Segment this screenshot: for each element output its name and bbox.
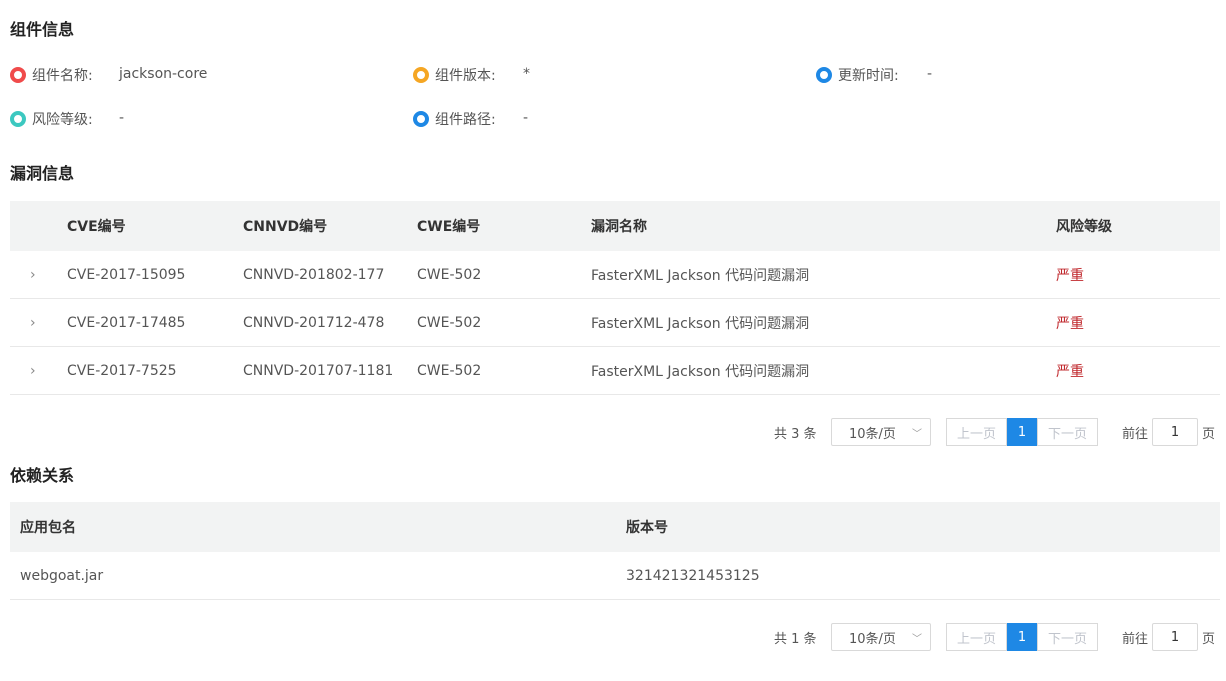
header-version: 版本号 xyxy=(626,520,668,536)
vuln-name-cell: FasterXML Jackson 代码问题漏洞 xyxy=(591,315,810,332)
cwe-cell: CWE-502 xyxy=(417,266,482,283)
component-version-value: * xyxy=(523,66,530,82)
vuln-current-page[interactable]: 1 xyxy=(1007,418,1037,446)
cwe-cell: CWE-502 xyxy=(417,314,482,331)
vuln-total-count: 共 3 条 xyxy=(774,426,817,442)
component-name-item: 组件名称: xyxy=(10,65,93,85)
component-path-label: 组件路径: xyxy=(435,112,496,128)
vuln-page-unit: 页 xyxy=(1202,426,1216,442)
header-risk-level: 风险等级 xyxy=(1056,219,1112,235)
dep-next-page-button[interactable]: 下一页 xyxy=(1037,623,1098,651)
blue-ring-icon xyxy=(413,111,429,127)
risk-level-item: 风险等级: xyxy=(10,109,93,129)
dependency-table-header: 应用包名 版本号 xyxy=(10,502,1220,552)
component-path-item: 组件路径: xyxy=(413,109,496,129)
dependency-pagination: 共 1 条 10条/页 ﹀ 上一页 1 下一页 前往 1 页 xyxy=(0,623,1226,651)
dependency-title: 依赖关系 xyxy=(10,466,75,485)
vuln-table: CVE编号 CNNVD编号 CWE编号 漏洞名称 风险等级 › CVE-2017… xyxy=(10,201,1220,395)
component-name-value: jackson-core xyxy=(119,66,208,82)
component-name-label: 组件名称: xyxy=(32,68,93,84)
red-ring-icon xyxy=(10,67,26,83)
cnnvd-cell: CNNVD-201712-478 xyxy=(243,314,385,331)
vuln-page-size-select[interactable]: 10条/页 ﹀ xyxy=(831,418,931,446)
chevron-right-icon[interactable]: › xyxy=(30,363,36,379)
dep-goto-label: 前往 xyxy=(1122,631,1149,647)
vuln-info-title: 漏洞信息 xyxy=(10,164,75,183)
table-row: › CVE-2017-7525 CNNVD-201707-1181 CWE-50… xyxy=(10,347,1220,395)
dependency-table: 应用包名 版本号 webgoat.jar 321421321453125 xyxy=(10,502,1220,600)
vuln-table-header: CVE编号 CNNVD编号 CWE编号 漏洞名称 风险等级 xyxy=(10,201,1220,251)
blue-ring-icon xyxy=(816,67,832,83)
package-cell: webgoat.jar xyxy=(20,567,104,584)
dep-total-count: 共 1 条 xyxy=(774,631,817,647)
vuln-prev-page-button[interactable]: 上一页 xyxy=(946,418,1007,446)
table-row: › CVE-2017-15095 CNNVD-201802-177 CWE-50… xyxy=(10,251,1220,299)
vuln-goto-label: 前往 xyxy=(1122,426,1149,442)
version-cell: 321421321453125 xyxy=(626,567,760,584)
table-row: webgoat.jar 321421321453125 xyxy=(10,552,1220,600)
dep-page-unit: 页 xyxy=(1202,631,1216,647)
update-time-item: 更新时间: xyxy=(816,65,899,85)
severity-cell: 严重 xyxy=(1056,267,1084,284)
vuln-name-cell: FasterXML Jackson 代码问题漏洞 xyxy=(591,363,810,380)
dep-page-size-select[interactable]: 10条/页 ﹀ xyxy=(831,623,931,651)
component-info-title: 组件信息 xyxy=(10,20,75,39)
cnnvd-cell: CNNVD-201802-177 xyxy=(243,266,385,283)
dep-current-page[interactable]: 1 xyxy=(1007,623,1037,651)
orange-ring-icon xyxy=(413,67,429,83)
severity-cell: 严重 xyxy=(1056,363,1084,380)
severity-cell: 严重 xyxy=(1056,315,1084,332)
vuln-goto-input[interactable]: 1 xyxy=(1152,418,1198,446)
chevron-down-icon: ﹀ xyxy=(912,429,922,440)
cve-cell: CVE-2017-17485 xyxy=(67,314,186,331)
component-version-item: 组件版本: xyxy=(413,65,496,85)
header-cve: CVE编号 xyxy=(67,219,126,235)
table-row: › CVE-2017-17485 CNNVD-201712-478 CWE-50… xyxy=(10,299,1220,347)
dep-goto-input[interactable]: 1 xyxy=(1152,623,1198,651)
risk-level-label: 风险等级: xyxy=(32,112,93,128)
chevron-right-icon[interactable]: › xyxy=(30,267,36,283)
component-version-label: 组件版本: xyxy=(435,68,496,84)
update-time-label: 更新时间: xyxy=(838,68,899,84)
header-cwe: CWE编号 xyxy=(417,219,481,235)
header-vuln-name: 漏洞名称 xyxy=(591,219,647,235)
header-cnnvd: CNNVD编号 xyxy=(243,219,328,235)
header-package: 应用包名 xyxy=(20,520,76,536)
dep-prev-page-button[interactable]: 上一页 xyxy=(946,623,1007,651)
cnnvd-cell: CNNVD-201707-1181 xyxy=(243,362,394,379)
update-time-value: - xyxy=(927,66,933,82)
vuln-next-page-button[interactable]: 下一页 xyxy=(1037,418,1098,446)
risk-level-value: - xyxy=(119,110,125,126)
page-size-value: 10条/页 xyxy=(849,631,896,647)
vuln-pagination: 共 3 条 10条/页 ﹀ 上一页 1 下一页 前往 1 页 xyxy=(0,418,1226,446)
cve-cell: CVE-2017-15095 xyxy=(67,266,186,283)
chevron-down-icon: ﹀ xyxy=(912,634,922,645)
cwe-cell: CWE-502 xyxy=(417,362,482,379)
page-size-value: 10条/页 xyxy=(849,426,896,442)
cve-cell: CVE-2017-7525 xyxy=(67,362,177,379)
chevron-right-icon[interactable]: › xyxy=(30,315,36,331)
component-path-value: - xyxy=(523,110,529,126)
vuln-name-cell: FasterXML Jackson 代码问题漏洞 xyxy=(591,267,810,284)
teal-ring-icon xyxy=(10,111,26,127)
